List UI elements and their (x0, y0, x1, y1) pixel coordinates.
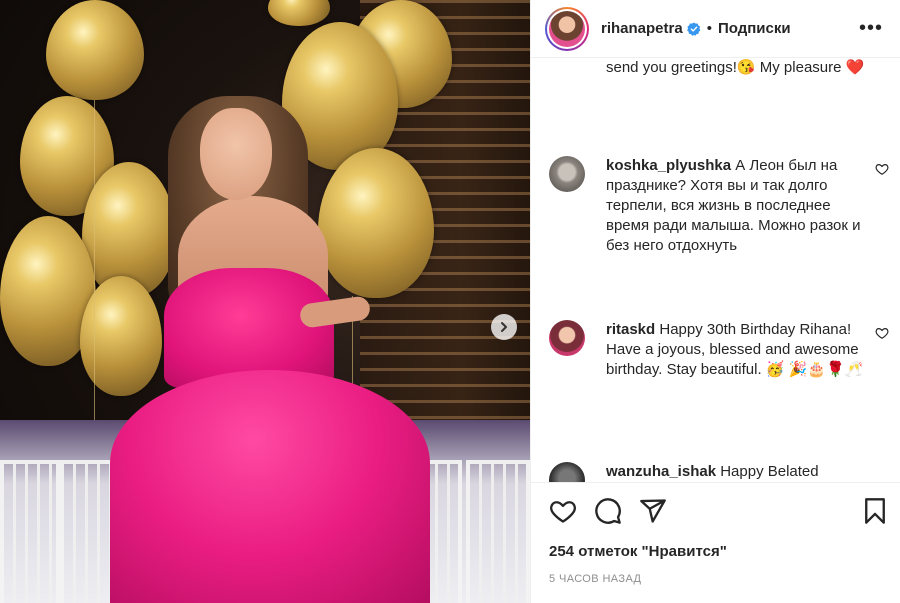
comment-continuation: send you greetings!😘 My pleasure ❤️ (606, 59, 865, 76)
share-icon[interactable] (639, 497, 667, 525)
post-timestamp[interactable]: 5 ЧАСОВ НАЗАД (549, 573, 641, 585)
balloon (268, 0, 330, 26)
comment-text-block: koshka_plyushka А Леон был на празднике?… (606, 156, 872, 256)
comment-text-block: wanzuha_ishak Happy Belated (606, 462, 872, 482)
more-icon[interactable]: ••• (859, 18, 883, 38)
post-header: rihanapetra • Подписки ••• (531, 0, 900, 58)
like-comment-heart-icon[interactable] (875, 326, 889, 340)
likes-count[interactable]: 254 отметок "Нравится" (549, 543, 727, 560)
chair (466, 460, 530, 603)
commenter-avatar[interactable] (549, 462, 585, 482)
post-actions: 254 отметок "Нравится" 5 ЧАСОВ НАЗАД (531, 482, 900, 603)
chevron-right-icon (501, 322, 507, 332)
avatar (549, 10, 585, 47)
commenter-username[interactable]: wanzuha_ishak (606, 463, 716, 480)
commenter-avatar[interactable] (549, 156, 585, 192)
balloon (46, 0, 144, 100)
verified-badge-icon (686, 21, 701, 36)
following-button[interactable]: Подписки (718, 20, 791, 37)
comment-icon[interactable] (594, 497, 622, 525)
like-comment-heart-icon[interactable] (875, 162, 889, 176)
avatar-border (547, 8, 587, 49)
post-side-panel: rihanapetra • Подписки ••• send you gree… (530, 0, 900, 603)
commenter-username[interactable]: ritaskd (606, 321, 655, 338)
post-username[interactable]: rihanapetra (601, 20, 683, 37)
pink-dress-skirt (110, 370, 430, 603)
balloon (80, 276, 162, 396)
carousel-next-button[interactable] (491, 314, 517, 340)
bookmark-icon[interactable] (861, 497, 889, 525)
heart-icon[interactable] (549, 497, 577, 525)
woman-face (200, 108, 272, 200)
comment-text: Happy Belated (720, 463, 819, 480)
separator-dot: • (706, 20, 712, 37)
post-photo[interactable] (0, 0, 530, 603)
comment-text-block: ritaskd Happy 30th Birthday Rihana! Have… (606, 320, 872, 380)
commenter-username[interactable]: koshka_plyushka (606, 157, 731, 174)
comments-list[interactable]: send you greetings!😘 My pleasure ❤️ kosh… (531, 58, 900, 482)
chair (0, 460, 60, 603)
story-avatar-ring[interactable] (545, 6, 589, 51)
commenter-avatar[interactable] (549, 320, 585, 356)
